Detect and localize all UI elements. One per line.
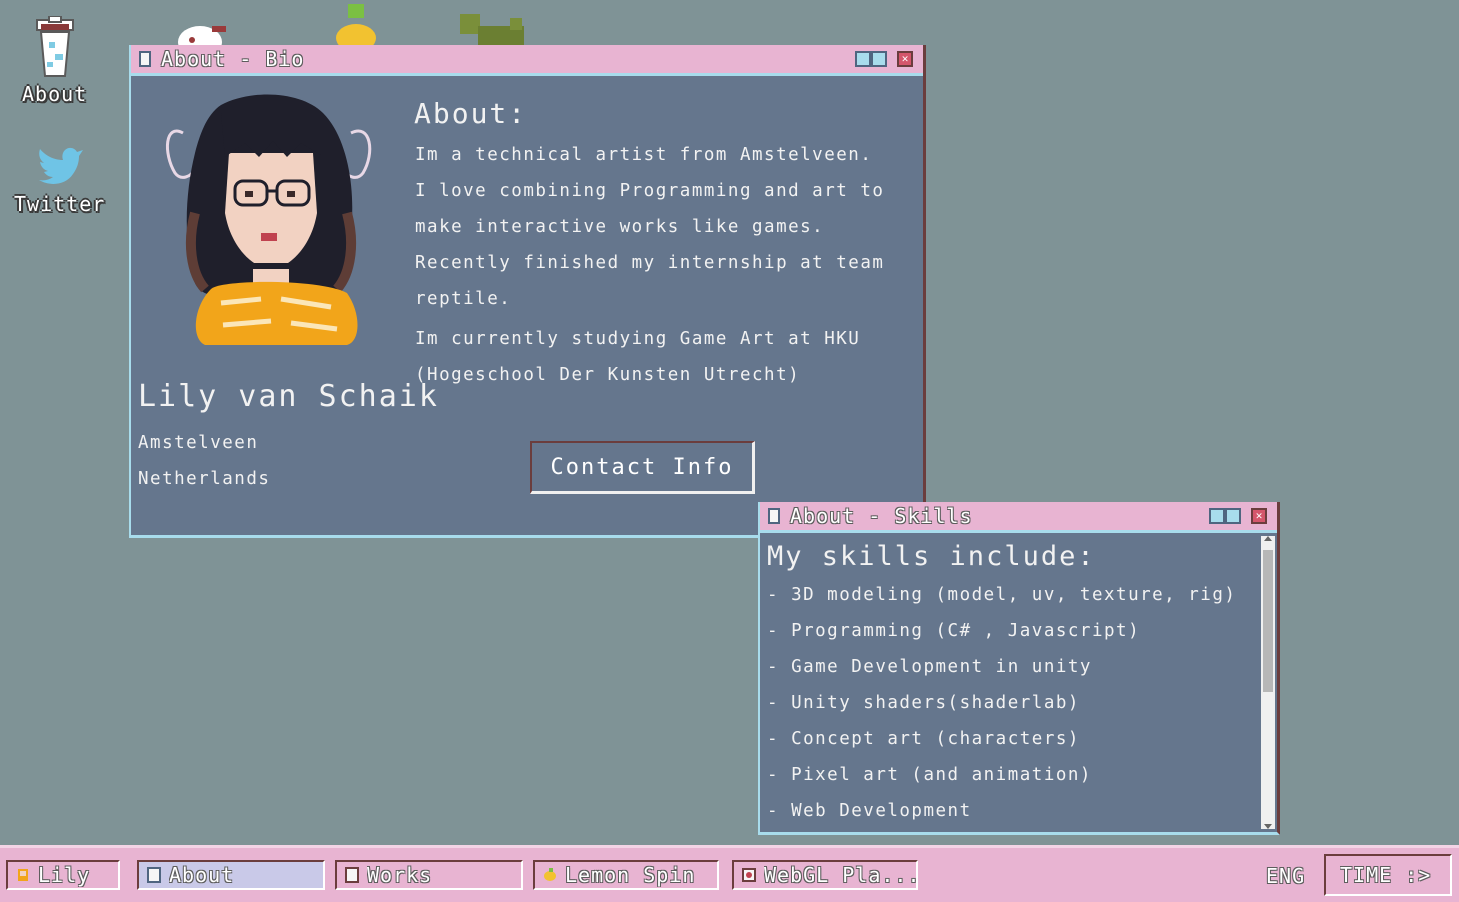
contact-info-button[interactable]: Contact Info: [530, 441, 755, 494]
skills-window: About - Skills ✕ My skills include: - 3D…: [760, 502, 1280, 835]
bio-line: I love combining Programming and art to: [415, 181, 885, 201]
scroll-thumb[interactable]: [1263, 550, 1273, 692]
window-icon: [768, 508, 780, 524]
window-icon: [147, 867, 161, 883]
avatar-icon: [18, 869, 28, 881]
close-button[interactable]: ✕: [1251, 508, 1267, 524]
window-title: About - Skills: [790, 504, 973, 528]
scroll-up-arrow-icon[interactable]: [1264, 536, 1272, 541]
skill-item: - Concept art (characters): [767, 729, 1080, 749]
desktop-icon-twitter[interactable]: Twitter: [14, 146, 105, 216]
webgl-icon: [742, 868, 756, 882]
minimize-button[interactable]: [855, 51, 871, 67]
minimize-button[interactable]: [1209, 508, 1225, 524]
contact-info-label: Contact Info: [550, 454, 734, 480]
skill-item: - Web Development: [767, 801, 972, 821]
window-title: About - Bio: [161, 47, 305, 71]
desktop-icon-label: About: [22, 82, 88, 106]
ghost-sprite-icon[interactable]: [170, 14, 232, 58]
profile-city: Amstelveen: [138, 433, 259, 453]
window-icon: [139, 51, 151, 67]
taskbar-tab-lemon-spin[interactable]: Lemon Spin: [533, 860, 719, 890]
clock-label: TIME :>: [1340, 863, 1432, 887]
profile-country: Netherlands: [138, 469, 271, 489]
bio-line: (Hogeschool Der Kunsten Utrecht): [415, 365, 801, 385]
cactus-sprite-icon[interactable]: [454, 10, 530, 46]
bio-line: make interactive works like games.: [415, 217, 825, 237]
taskbar-tab-label: Lemon Spin: [565, 863, 696, 887]
language-indicator[interactable]: ENG: [1266, 864, 1305, 888]
taskbar-tab-label: WebGL Pla...: [764, 863, 916, 887]
desktop-icon-label: Twitter: [14, 192, 106, 216]
trash-bin-icon: [35, 16, 74, 77]
taskbar-tab-works[interactable]: Works: [335, 860, 523, 890]
scroll-down-arrow-icon[interactable]: [1264, 824, 1272, 829]
twitter-bird-icon: [38, 147, 83, 184]
skills-heading: My skills include:: [767, 541, 1096, 572]
taskbar-tab-webgl[interactable]: WebGL Pla...: [732, 860, 918, 890]
desktop: { "desktop": { "icons": [ {"label": "Abo…: [0, 0, 1459, 902]
skill-item: - Pixel art (and animation): [767, 765, 1092, 785]
bio-heading: About:: [414, 97, 528, 130]
bio-line: Im currently studying Game Art at HKU: [415, 329, 861, 349]
skills-scrollbar[interactable]: [1261, 536, 1275, 829]
taskbar-tab-label: Works: [367, 863, 433, 887]
bio-line: Im a technical artist from Amstelveen.: [415, 145, 873, 165]
start-button[interactable]: Lily: [6, 860, 120, 890]
desktop-icon-about[interactable]: About: [22, 16, 87, 106]
bio-window: About - Bio ✕ About: Im a technical arti…: [131, 45, 926, 538]
skill-item: - Unity shaders(shaderlab): [767, 693, 1080, 713]
skill-item: - 3D modeling (model, uv, texture, rig): [767, 585, 1237, 605]
maximize-button[interactable]: [1225, 508, 1241, 524]
skill-item: - Game Development in unity: [767, 657, 1092, 677]
clock[interactable]: TIME :>: [1324, 854, 1452, 896]
skills-content[interactable]: My skills include: - 3D modeling (model,…: [760, 533, 1277, 832]
skills-window-titlebar[interactable]: About - Skills ✕: [760, 502, 1277, 533]
taskbar-tab-about[interactable]: About: [137, 860, 325, 890]
bio-window-titlebar[interactable]: About - Bio ✕: [131, 45, 923, 76]
taskbar: Lily About Works Lemon Spin WebGL Pla...…: [0, 845, 1459, 902]
close-button[interactable]: ✕: [897, 51, 913, 67]
taskbar-tab-label: About: [169, 863, 235, 887]
window-icon: [345, 867, 359, 883]
bio-line: reptile.: [415, 289, 512, 309]
maximize-button[interactable]: [871, 51, 887, 67]
start-label: Lily: [38, 863, 91, 887]
skill-item: - Programming (C# , Javascript): [767, 621, 1141, 641]
bio-line: Recently finished my internship at team: [415, 253, 885, 273]
profile-name: Lily van Schaik: [138, 379, 439, 414]
pineapple-sprite-icon[interactable]: [334, 2, 380, 52]
lemon-icon: [544, 868, 556, 881]
portrait-avatar: [165, 94, 372, 345]
